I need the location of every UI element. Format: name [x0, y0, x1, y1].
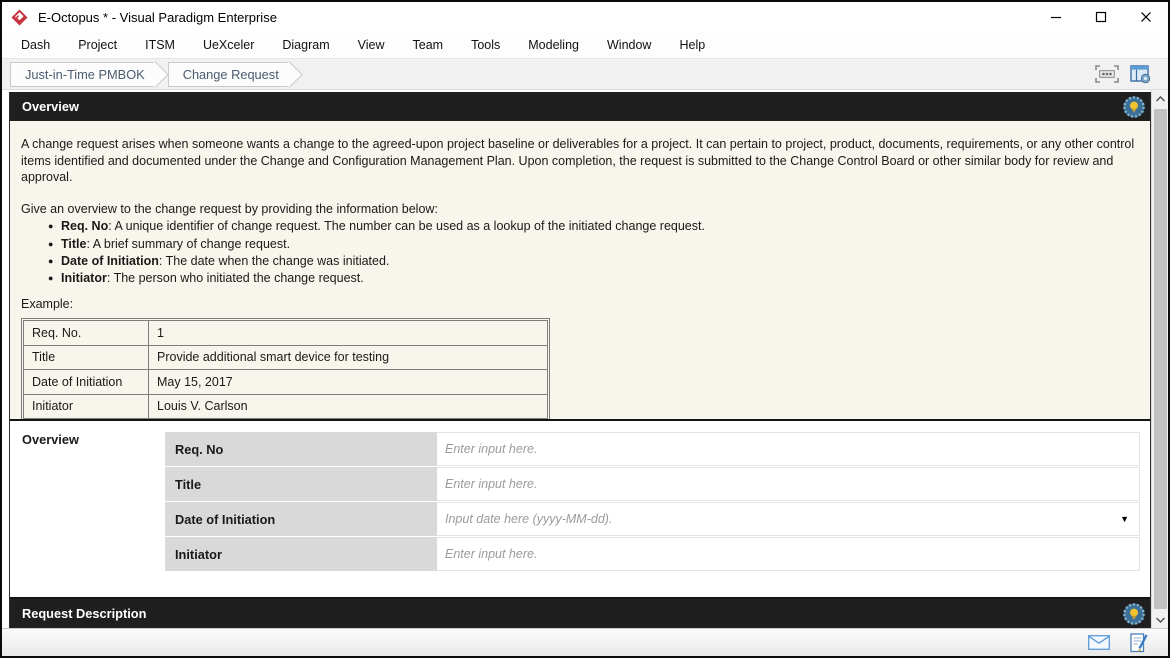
table-row: Title Provide additional smart device fo… [24, 345, 548, 370]
menu-tools[interactable]: Tools [457, 34, 514, 56]
bullet-icon: ● [48, 236, 53, 253]
example-row-label: Req. No. [24, 321, 149, 346]
menu-project[interactable]: Project [64, 34, 131, 56]
menu-window[interactable]: Window [593, 34, 665, 56]
menu-dash[interactable]: Dash [7, 34, 64, 56]
title-label: Title [165, 467, 437, 501]
request-description-section-title: Request Description [22, 606, 146, 621]
guide-intro-paragraph: A change request arises when someone wan… [21, 136, 1136, 186]
initiator-input[interactable] [437, 538, 1139, 570]
vertical-scrollbar[interactable] [1151, 90, 1168, 628]
form-row-title: Title [165, 467, 1140, 501]
list-item: ●Date of Initiation: The date when the c… [21, 253, 1136, 270]
visual-paradigm-logo-icon [11, 9, 28, 26]
menu-help[interactable]: Help [665, 34, 719, 56]
menu-view[interactable]: View [344, 34, 399, 56]
guide-bullet-list: ●Req. No: A unique identifier of change … [21, 218, 1136, 287]
example-row-value: Provide additional smart device for test… [149, 345, 548, 370]
window-controls [1033, 2, 1168, 32]
date-dropdown-icon[interactable]: ▼ [1120, 514, 1129, 524]
menu-modeling[interactable]: Modeling [514, 34, 593, 56]
breadcrumb-toolbar [1094, 62, 1168, 86]
example-row-label: Date of Initiation [24, 370, 149, 395]
list-item: ●Req. No: A unique identifier of change … [21, 218, 1136, 235]
app-window: E-Octopus * - Visual Paradigm Enterprise… [0, 0, 1170, 658]
date-of-initiation-label: Date of Initiation [165, 502, 437, 536]
example-row-label: Title [24, 345, 149, 370]
menu-itsm[interactable]: ITSM [131, 34, 189, 56]
menu-team[interactable]: Team [399, 34, 458, 56]
guide-list-intro: Give an overview to the change request b… [21, 201, 1136, 218]
panel-layout-icon[interactable] [1128, 62, 1154, 86]
example-row-value: May 15, 2017 [149, 370, 548, 395]
overview-section-title: Overview [22, 99, 79, 114]
form-fields: Req. No Title Date of Initiation [165, 432, 1140, 571]
scrollbar-thumb[interactable] [1154, 109, 1167, 609]
overview-section-header: Overview [10, 92, 1150, 121]
bullet-icon: ● [48, 218, 53, 235]
guide-section: A change request arises when someone wan… [10, 121, 1150, 421]
window-title: E-Octopus * - Visual Paradigm Enterprise [38, 10, 277, 25]
table-row: Req. No. 1 [24, 321, 548, 346]
menu-diagram[interactable]: Diagram [268, 34, 343, 56]
title-input[interactable] [437, 468, 1139, 500]
bullet-icon: ● [48, 253, 53, 270]
example-row-value: Louis V. Carlson [149, 394, 548, 419]
maximize-button[interactable] [1078, 2, 1123, 32]
menu-uexceler[interactable]: UeXceler [189, 34, 268, 56]
table-row: Initiator Louis V. Carlson [24, 394, 548, 419]
list-item: ●Initiator: The person who initiated the… [21, 270, 1136, 287]
list-item: ●Title: A brief summary of change reques… [21, 236, 1136, 253]
main-region: Overview A change request arises when so… [2, 90, 1168, 628]
form-row-initiator: Initiator [165, 537, 1140, 571]
scroll-up-icon[interactable] [1152, 90, 1169, 107]
table-row: Date of Initiation May 15, 2017 [24, 370, 548, 395]
minimize-button[interactable] [1033, 2, 1078, 32]
form-row-req-no: Req. No [165, 432, 1140, 466]
req-no-input[interactable] [437, 433, 1139, 465]
menu-bar: Dash Project ITSM UeXceler Diagram View … [2, 32, 1168, 59]
req-no-label: Req. No [165, 432, 437, 466]
breadcrumb-change-request[interactable]: Change Request [168, 62, 289, 87]
form-row-date-of-initiation: Date of Initiation ▼ [165, 502, 1140, 536]
example-label: Example: [21, 297, 1136, 311]
breadcrumb-just-in-time-pmbok[interactable]: Just-in-Time PMBOK [10, 62, 155, 87]
hint-bulb-icon[interactable] [1122, 95, 1146, 119]
request-description-section-header: Request Description [10, 599, 1150, 628]
message-mail-icon[interactable] [1086, 632, 1112, 654]
example-row-label: Initiator [24, 394, 149, 419]
scroll-down-icon[interactable] [1152, 611, 1169, 628]
status-bar [2, 628, 1168, 656]
change-request-panel: Overview A change request arises when so… [9, 92, 1151, 628]
breadcrumb: Just-in-Time PMBOK Change Request [2, 59, 1168, 90]
title-bar: E-Octopus * - Visual Paradigm Enterprise [2, 2, 1168, 32]
example-row-value: 1 [149, 321, 548, 346]
date-of-initiation-input[interactable] [437, 503, 1139, 535]
close-button[interactable] [1123, 2, 1168, 32]
form-section-label: Overview [22, 432, 79, 447]
hint-bulb-icon[interactable] [1122, 602, 1146, 626]
bullet-icon: ● [48, 270, 53, 287]
overview-form-section: Overview Req. No Title [10, 421, 1150, 599]
example-table: Req. No. 1 Title Provide additional smar… [21, 318, 550, 421]
initiator-label: Initiator [165, 537, 437, 571]
fit-to-window-icon[interactable] [1094, 62, 1120, 86]
edit-document-icon[interactable] [1126, 632, 1152, 654]
